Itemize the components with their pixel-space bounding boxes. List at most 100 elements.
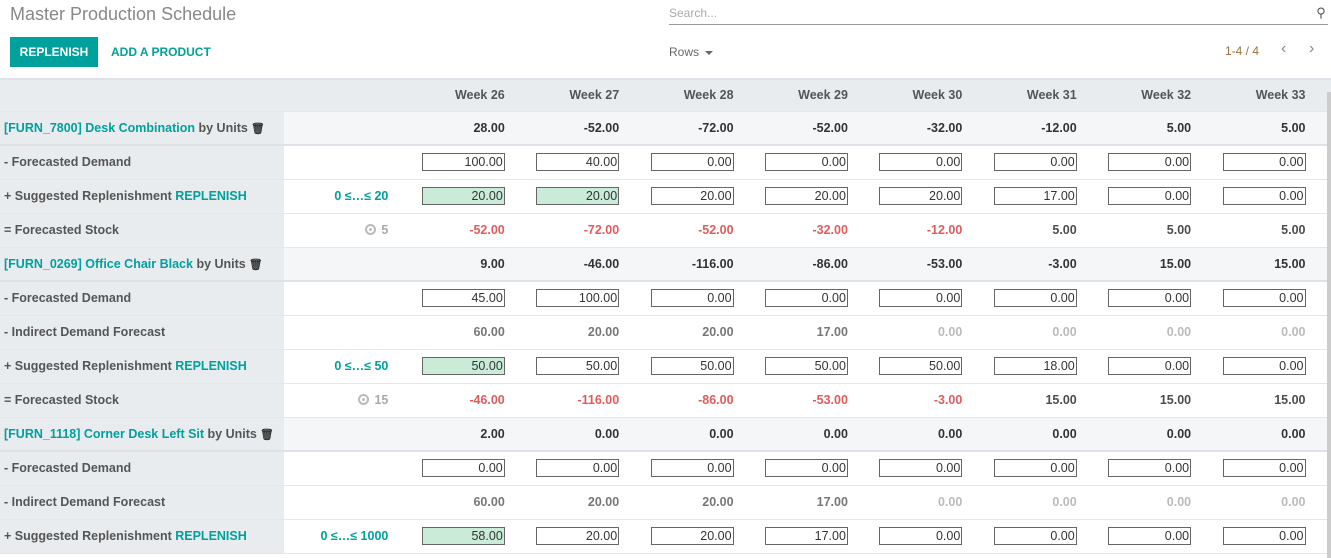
replenishment-input[interactable]: 20.00 <box>764 187 848 205</box>
replenishment-input[interactable]: 0.00 <box>1222 527 1306 545</box>
summary-value: 5.00 <box>1086 111 1202 146</box>
forecasted-stock-value: -86.00 <box>698 393 734 407</box>
forecast-demand-input[interactable]: 0.00 <box>879 459 963 478</box>
value-cell: 58.00 <box>400 519 515 554</box>
forecast-demand-input[interactable]: 0.00 <box>993 459 1077 478</box>
search-icon[interactable]: ⚲ <box>1314 5 1328 21</box>
forecast-demand-input[interactable]: 0.00 <box>1108 289 1192 308</box>
forecast-demand-input[interactable]: 0.00 <box>536 459 620 478</box>
forecast-demand-input[interactable]: 0.00 <box>1222 153 1306 172</box>
replenishment-input[interactable]: 50.00 <box>650 357 734 375</box>
replenishment-input[interactable]: 50.00 <box>536 357 620 375</box>
replenishment-input[interactable]: 20.00 <box>536 527 620 545</box>
row-replenish-link[interactable]: REPLENISH <box>175 189 247 203</box>
row-replenish-link[interactable]: REPLENISH <box>175 359 247 373</box>
value-cell: 0.00 <box>972 315 1087 350</box>
replenish-button[interactable]: REPLENISH <box>10 37 98 67</box>
row-label: + Suggested Replenishment REPLENISH <box>0 349 284 384</box>
row-extra-cell: 0 ≤…≤ 1000 <box>283 519 401 554</box>
replenishment-input[interactable]: 0.00 <box>993 527 1077 545</box>
forecast-demand-input[interactable]: 45.00 <box>421 289 505 308</box>
target-icon <box>358 394 370 405</box>
forecast-demand-input[interactable]: 0.00 <box>1108 153 1192 172</box>
trash-icon[interactable]: 🗑 <box>246 259 263 271</box>
product-row: [FURN_0269] Office Chair Black by Units … <box>0 247 1331 282</box>
replenishment-input[interactable]: 50.00 <box>421 357 505 375</box>
value-cell: 0.00 <box>972 145 1087 180</box>
value-cell: 0.00 <box>1086 281 1202 316</box>
value-cell: 15.00 <box>972 383 1087 418</box>
replenishment-input[interactable]: 18.00 <box>993 357 1077 375</box>
forecasted-stock-value: 5.00 <box>1281 223 1306 237</box>
trash-icon[interactable]: 🗑 <box>248 123 265 135</box>
forecast-demand-input[interactable]: 0.00 <box>993 153 1077 172</box>
value-cell: -86.00 <box>629 383 744 418</box>
safety-stock: 15 <box>374 393 389 407</box>
trash-icon[interactable]: 🗑 <box>257 429 274 441</box>
replenishment-input[interactable]: 0.00 <box>1222 187 1306 205</box>
safety-range[interactable]: 0 ≤…≤ 1000 <box>320 529 388 543</box>
add-product-button[interactable]: ADD A PRODUCT <box>111 45 211 59</box>
forecast-demand-input[interactable]: 100.00 <box>421 153 505 172</box>
replenishment-input[interactable]: 0.00 <box>1108 527 1192 545</box>
value-cell: -72.00 <box>514 213 630 248</box>
forecast-demand-input[interactable]: 0.00 <box>421 459 505 478</box>
replenishment-input[interactable]: 0.00 <box>879 527 963 545</box>
value-cell: 20.00 <box>629 519 744 554</box>
forecast-demand-input[interactable]: 100.00 <box>536 289 620 308</box>
summary-value: -86.00 <box>743 247 858 282</box>
replenishment-input[interactable]: 20.00 <box>650 527 734 545</box>
replenishment-input[interactable]: 20.00 <box>536 187 620 205</box>
rows-dropdown[interactable]: Rows <box>669 45 714 59</box>
indirect-demand-value: 20.00 <box>587 495 620 509</box>
forecast-demand-input[interactable]: 0.00 <box>650 289 734 308</box>
summary-value: 0.00 <box>1201 417 1316 452</box>
row-label: = Forecasted Stock <box>0 213 284 248</box>
replenishment-input[interactable]: 0.00 <box>1108 187 1192 205</box>
forecast-demand-input[interactable]: 0.00 <box>650 459 734 478</box>
replenishment-input[interactable]: 50.00 <box>879 357 963 375</box>
forecast-demand-input[interactable]: 0.00 <box>879 153 963 172</box>
summary-value: 5.00 <box>1201 111 1316 146</box>
replenishment-input[interactable]: 20.00 <box>650 187 734 205</box>
value-cell: 40.00 <box>514 145 630 180</box>
value-cell: 50.00 <box>400 349 515 384</box>
replenishment-input[interactable]: 0.00 <box>1222 357 1306 375</box>
replenishment-input[interactable]: 50.00 <box>764 357 848 375</box>
row-extra-cell: 0 ≤…≤ 20 <box>283 179 401 214</box>
safety-range[interactable]: 0 ≤…≤ 20 <box>334 189 388 203</box>
forecast-demand-input[interactable]: 0.00 <box>764 289 848 308</box>
forecast-demand-input[interactable]: 0.00 <box>1222 459 1306 478</box>
safety-range[interactable]: 0 ≤…≤ 50 <box>334 359 388 373</box>
replenishment-input[interactable]: 17.00 <box>764 527 848 545</box>
forecasted-stock-value: -46.00 <box>469 393 505 407</box>
forecast-demand-input[interactable]: 0.00 <box>879 289 963 308</box>
replenishment-input[interactable]: 17.00 <box>993 187 1077 205</box>
scrollbar[interactable] <box>1327 92 1331 558</box>
column-header: Week 26 <box>400 80 515 112</box>
product-link[interactable]: [FURN_1118] Corner Desk Left Sit <box>4 427 204 441</box>
forecast-demand-input[interactable]: 40.00 <box>536 153 620 172</box>
forecast-demand-input[interactable]: 0.00 <box>1222 289 1306 308</box>
row-replenish-link[interactable]: REPLENISH <box>175 529 247 543</box>
replenishment-input[interactable]: 58.00 <box>421 527 505 545</box>
forecast-demand-input[interactable]: 0.00 <box>1108 459 1192 478</box>
search-input[interactable] <box>669 6 1314 20</box>
replenishment-input[interactable]: 0.00 <box>1108 357 1192 375</box>
value-cell: -116.00 <box>514 383 630 418</box>
forecast-demand-input[interactable]: 0.00 <box>764 459 848 478</box>
value-cell: 0.00 <box>400 451 515 486</box>
table-row: + Suggested Replenishment REPLENISH 0 ≤…≤… <box>0 179 1331 214</box>
replenishment-input[interactable]: 20.00 <box>879 187 963 205</box>
forecast-demand-input[interactable]: 0.00 <box>764 153 848 172</box>
row-extra-cell <box>283 485 401 520</box>
product-link[interactable]: [FURN_7800] Desk Combination <box>4 121 195 135</box>
next-page-icon[interactable]: › <box>1309 40 1314 58</box>
forecast-demand-input[interactable]: 0.00 <box>993 289 1077 308</box>
replenishment-input[interactable]: 20.00 <box>421 187 505 205</box>
value-cell: 0.00 <box>857 485 973 520</box>
previous-page-icon[interactable]: ‹ <box>1281 40 1286 58</box>
schedule-grid: Week 26 Week 27 Week 28 Week 29 Week 30 Week … <box>0 78 1331 558</box>
product-link[interactable]: [FURN_0269] Office Chair Black <box>4 257 193 271</box>
forecast-demand-input[interactable]: 0.00 <box>650 153 734 172</box>
